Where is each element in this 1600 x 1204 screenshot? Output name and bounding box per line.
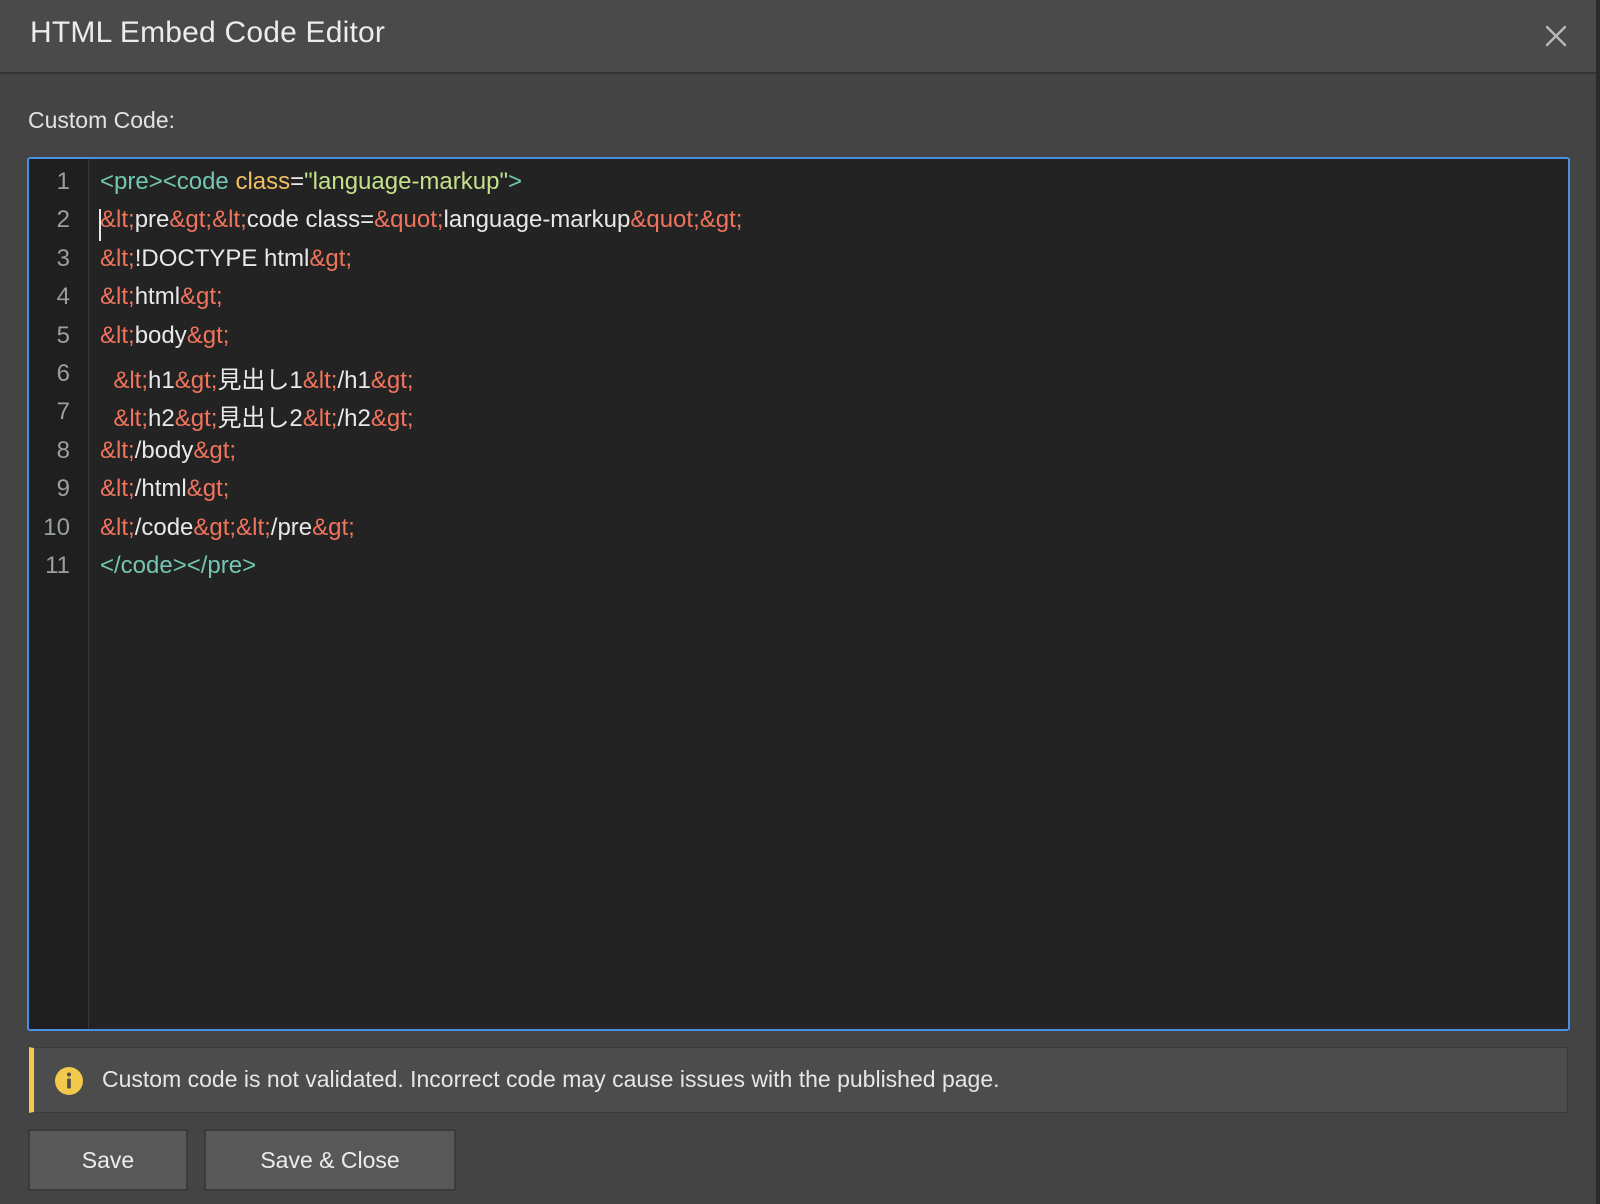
code-line[interactable]: &lt;h1&gt;見出し1&lt;/h1&gt;	[100, 360, 414, 395]
code-token: &gt;	[174, 405, 218, 433]
code-line[interactable]: &lt;h2&gt;見出し2&lt;/h2&gt;	[100, 398, 414, 433]
code-token: pre	[134, 206, 170, 234]
code-token: &gt;&lt;	[169, 206, 247, 234]
code-token: language-markup	[443, 206, 631, 234]
code-token: &lt;	[302, 367, 338, 394]
code-token: &gt;	[312, 513, 355, 541]
line-number: 9	[56, 475, 70, 503]
code-line[interactable]: &lt;!DOCTYPE html&gt;	[100, 245, 352, 273]
line-number: 2	[56, 206, 70, 234]
code-line[interactable]: &lt;/html&gt;	[100, 475, 229, 503]
html-embed-dialog: HTML Embed Code Editor Custom Code: 1 2 3 4…	[0, 0, 1600, 1204]
code-token: &lt;	[100, 283, 135, 311]
code-line[interactable]: &lt;pre&gt;&lt;code class=&quot;language…	[100, 206, 742, 234]
code-token: <pre><code	[100, 168, 236, 195]
close-button[interactable]	[1536, 16, 1576, 56]
code-token: !DOCTYPE html	[134, 244, 310, 272]
code-token: &lt;	[100, 321, 135, 349]
code-token: /code	[134, 513, 194, 541]
code-token: /html	[134, 475, 187, 503]
code-token: class	[235, 168, 291, 195]
code-token: &gt;	[370, 405, 414, 433]
code-token: /pre	[270, 513, 313, 541]
code-token: </code></pre>	[100, 552, 257, 579]
code-token: 見出し1	[217, 367, 303, 394]
code-token: &lt;	[100, 513, 135, 541]
code-token: html	[134, 283, 181, 311]
code-line[interactable]: <pre><code class="language-markup">	[100, 168, 522, 196]
code-token: /h1	[337, 367, 371, 394]
line-number: 3	[56, 244, 70, 272]
line-number: 5	[56, 321, 70, 349]
info-icon	[55, 1067, 83, 1095]
code-token: &lt;	[100, 475, 135, 503]
dialog-title: HTML Embed Code Editor	[30, 16, 386, 49]
text-caret	[99, 209, 101, 241]
code-token: h2	[148, 405, 175, 433]
code-token: /body	[134, 436, 194, 464]
line-number: 10	[43, 513, 70, 541]
code-line[interactable]: &lt;/body&gt;	[100, 437, 236, 465]
code-editor[interactable]: 1 2 3 4 5 6 7 8 9 10 11 <pre><code class="language…	[27, 157, 1570, 1031]
line-number-gutter: 1 2 3 4 5 6 7 8 9 10 11	[29, 159, 89, 1029]
dialog-header: HTML Embed Code Editor	[0, 0, 1596, 74]
code-token: body	[134, 321, 187, 349]
code-token: &gt;&lt;	[193, 513, 271, 541]
dialog-edge	[1596, 0, 1600, 1204]
code-token: /h2	[337, 405, 371, 433]
line-number: 7	[56, 398, 70, 426]
code-token: =	[290, 168, 305, 195]
validation-notice: Custom code is not validated. Incorrect …	[29, 1047, 1568, 1113]
code-token: &gt;	[370, 367, 414, 394]
line-number: 11	[45, 552, 70, 579]
code-line[interactable]: &lt;/code&gt;&lt;/pre&gt;	[100, 514, 355, 542]
save-and-close-button[interactable]: Save & Close	[204, 1129, 456, 1191]
line-number: 4	[56, 283, 70, 311]
code-token: &gt;	[186, 321, 230, 349]
notice-text: Custom code is not validated. Incorrect …	[102, 1066, 1000, 1092]
code-token: &quot;	[374, 206, 444, 234]
code-token: &quot;&gt;	[630, 206, 743, 234]
custom-code-label: Custom Code:	[28, 107, 176, 133]
code-token: &lt;	[302, 405, 338, 433]
code-token: code class=	[246, 206, 375, 234]
line-number: 6	[56, 360, 70, 387]
code-token: 見出し2	[217, 405, 303, 433]
code-token: &gt;	[193, 436, 237, 464]
code-token: &lt;	[113, 405, 149, 433]
code-token: &gt;	[186, 475, 230, 503]
code-token: >	[507, 168, 522, 195]
line-number: 1	[56, 168, 70, 195]
code-token: &gt;	[174, 367, 218, 394]
line-number: 8	[56, 436, 70, 464]
code-token: &lt;	[100, 244, 135, 272]
code-token: &gt;	[309, 244, 353, 272]
save-button[interactable]: Save	[28, 1129, 188, 1191]
code-token: &lt;	[100, 436, 135, 464]
code-line[interactable]: &lt;html&gt;	[100, 283, 223, 311]
code-token: h1	[148, 367, 175, 394]
close-icon	[1545, 25, 1567, 47]
code-token: &lt;	[100, 206, 135, 234]
code-token: "language-markup"	[304, 168, 508, 195]
code-token: &lt;	[113, 367, 149, 394]
code-token: &gt;	[180, 283, 223, 311]
code-line[interactable]: &lt;body&gt;	[100, 322, 229, 350]
code-line[interactable]: </code></pre>	[100, 552, 256, 580]
